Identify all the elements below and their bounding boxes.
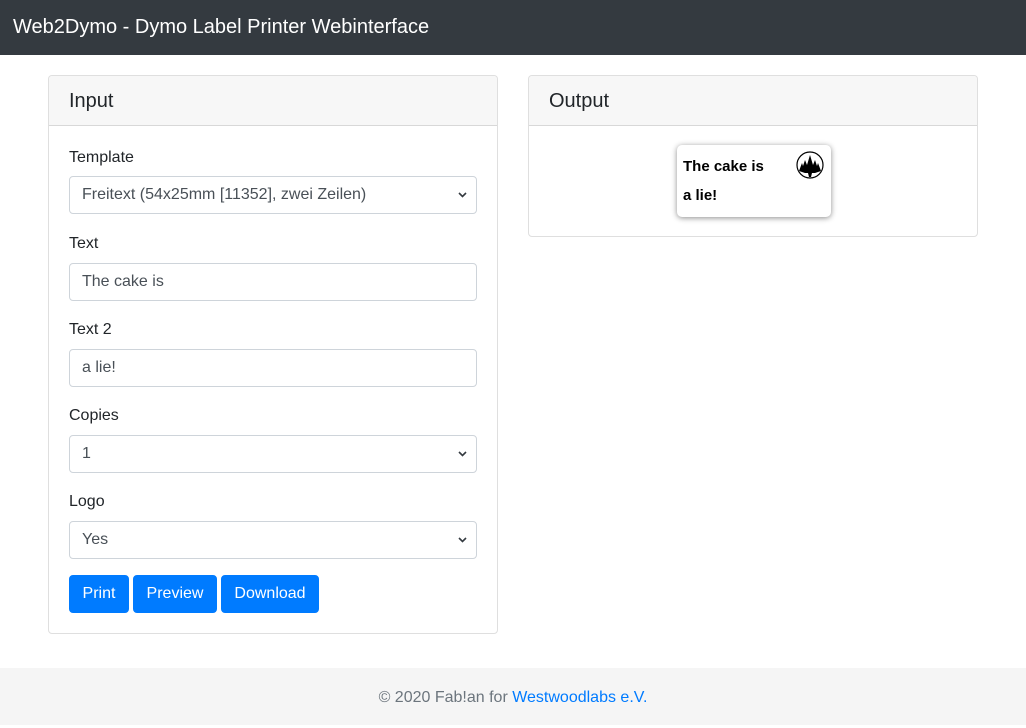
output-card-header: Output (529, 76, 977, 126)
template-label: Template (69, 149, 134, 166)
chevron-down-icon (456, 436, 468, 472)
text-input[interactable]: The cake is (69, 263, 477, 301)
input-card-header: Input (49, 76, 497, 126)
label-preview-line1: The cake is (683, 158, 764, 175)
text2-input-value: a lie! (82, 359, 116, 376)
print-button[interactable]: Print (69, 575, 129, 613)
footer-copyright: © 2020 Fab!an for (378, 689, 513, 706)
forest-logo-icon (796, 151, 824, 179)
navbar: Web2Dymo - Dymo Label Printer Webinterfa… (0, 0, 1026, 55)
footer: © 2020 Fab!an for Westwoodlabs e.V. (0, 668, 1026, 725)
preview-button[interactable]: Preview (133, 575, 217, 613)
text2-input[interactable]: a lie! (69, 349, 477, 387)
logo-select-value: Yes (82, 531, 109, 548)
template-select-value: Freitext (54x25mm [11352], zwei Zeilen) (82, 186, 367, 203)
input-card: Input Template Freitext (54x25mm [11352]… (48, 75, 498, 634)
label-preview-line2: a lie! (683, 187, 718, 204)
copies-label: Copies (69, 407, 119, 424)
text2-label: Text 2 (69, 321, 112, 338)
logo-select[interactable]: Yes (69, 521, 477, 559)
label-preview-image: The cake is a lie! (677, 145, 831, 217)
logo-label: Logo (69, 493, 105, 510)
copies-select[interactable]: 1 (69, 435, 477, 473)
chevron-down-icon (456, 522, 468, 558)
app-title[interactable]: Web2Dymo - Dymo Label Printer Webinterfa… (13, 14, 429, 40)
text-label: Text (69, 235, 99, 252)
template-select[interactable]: Freitext (54x25mm [11352], zwei Zeilen) (69, 176, 477, 214)
copies-select-value: 1 (82, 445, 91, 462)
chevron-down-icon (456, 177, 468, 213)
download-button[interactable]: Download (221, 575, 319, 613)
footer-link[interactable]: Westwoodlabs e.V. (512, 689, 647, 706)
text-input-value: The cake is (82, 273, 164, 290)
output-card: Output The cake is a lie! (528, 75, 978, 237)
